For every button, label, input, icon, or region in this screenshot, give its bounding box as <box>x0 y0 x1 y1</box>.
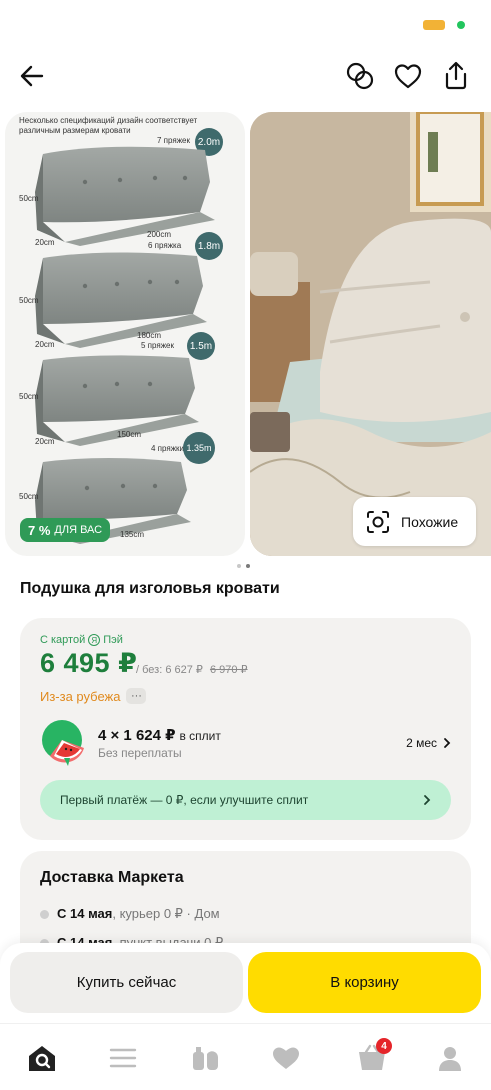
more-icon[interactable]: ··· <box>126 688 147 704</box>
discount-percent: 7 % <box>28 522 51 538</box>
favorite-button[interactable] <box>390 58 426 94</box>
share-button[interactable] <box>438 58 474 94</box>
dimension-height: 50cm <box>19 392 39 401</box>
card-label-suffix: Пэй <box>103 634 123 646</box>
dimension-height: 50cm <box>19 194 39 203</box>
profile-icon <box>439 1047 461 1071</box>
similar-label: Похожие <box>401 513 459 530</box>
pillow-illustration <box>35 146 215 544</box>
grocery-icon <box>193 1047 218 1070</box>
add-to-cart-button[interactable]: В корзину <box>248 952 481 1013</box>
split-suffix: в сплит <box>179 729 221 743</box>
purchase-action-bar: Купить сейчас В корзину <box>0 943 491 1023</box>
cart-count-badge: 4 <box>376 1038 392 1054</box>
abroad-text: Из-за рубежа <box>40 688 121 704</box>
split-months-label: 2 мес <box>406 736 437 750</box>
split-amount: 4 × 1 624 ₽ <box>98 727 176 744</box>
catalog-menu-icon <box>109 1048 137 1068</box>
dimension-length: 180cm <box>137 331 162 340</box>
price-card: С картой Я Пэй 6 495 ₽ / без: 6 627 ₽ 6 … <box>20 618 471 840</box>
arrow-left-icon <box>20 65 44 87</box>
chevron-right-icon <box>444 738 451 748</box>
home-search-icon <box>29 1046 55 1071</box>
interior-photo <box>250 112 491 556</box>
delivery-detail: , курьер 0 ₽ · Дом <box>112 906 220 921</box>
status-bar <box>0 0 491 52</box>
dimension-length: 150cm <box>117 430 142 439</box>
nav-cart[interactable]: 4 <box>352 1038 392 1078</box>
dimension-length: 135cm <box>120 530 145 539</box>
personal-discount-badge: 7 % ДЛЯ ВАС <box>20 518 111 542</box>
compare-button[interactable] <box>342 58 378 94</box>
similar-button[interactable]: Похожие <box>353 497 476 546</box>
product-title: Подушка для изголовья кровати <box>20 580 280 597</box>
split-subtitle: Без переплаты <box>98 746 182 760</box>
nav-catalog[interactable] <box>103 1038 143 1078</box>
dimension-length: 200cm <box>147 230 172 239</box>
card-label-prefix: С картой <box>40 634 86 646</box>
nav-home[interactable] <box>22 1038 62 1078</box>
price-without-label: / без: 6 627 ₽ <box>136 664 203 676</box>
back-button[interactable] <box>14 58 50 94</box>
delivery-option[interactable]: С 14 мая, курьер 0 ₽ · Дом <box>40 906 220 922</box>
old-price: 6 970 ₽ <box>209 664 248 676</box>
first-payment-text: Первый платёж — 0 ₽, если улучшите сплит <box>60 793 309 807</box>
delivery-bullet <box>40 909 49 919</box>
card-pay-label: С картой Я Пэй <box>40 634 123 646</box>
main-price: 6 495 ₽ <box>40 648 138 678</box>
split-payment-row[interactable]: 4 × 1 624 ₽ в сплит Без переплаты 2 мес <box>40 718 451 774</box>
camera-search-icon <box>367 510 389 533</box>
split-amount-line: 4 × 1 624 ₽ в сплит <box>98 726 221 744</box>
split-months-selector[interactable]: 2 мес <box>406 736 451 750</box>
dimension-depth: 20cm <box>35 437 55 446</box>
compare-icon <box>346 62 374 90</box>
nav-favorites[interactable] <box>266 1038 306 1078</box>
dimension-depth: 20cm <box>35 340 55 349</box>
heart-icon <box>394 64 422 89</box>
price-without-card: / без: 6 627 ₽ 6 970 ₽ <box>136 663 248 676</box>
nav-grocery[interactable] <box>185 1038 225 1078</box>
nav-profile[interactable] <box>430 1038 470 1078</box>
pagination-dot-active <box>246 564 250 568</box>
top-toolbar <box>0 52 491 100</box>
product-gallery[interactable]: Несколько спецификаций дизайн соответств… <box>0 112 491 556</box>
gallery-pagination <box>237 564 250 568</box>
dimension-height: 50cm <box>19 492 39 501</box>
dimension-height: 50cm <box>19 296 39 305</box>
delivery-title: Доставка Маркета <box>40 869 184 886</box>
heart-icon <box>273 1047 299 1069</box>
share-icon <box>445 61 467 90</box>
split-logo-icon <box>42 720 84 766</box>
first-payment-banner[interactable]: Первый платёж — 0 ₽, если улучшите сплит <box>40 780 451 820</box>
gallery-slide-interior[interactable] <box>250 112 491 556</box>
delivery-date: С 14 мая <box>57 906 113 921</box>
gallery-slide-sizes[interactable]: Несколько спецификаций дизайн соответств… <box>5 112 245 556</box>
buy-now-button[interactable]: Купить сейчас <box>10 952 243 1013</box>
status-dot <box>457 21 465 29</box>
bottom-navigation: 4 <box>0 1023 491 1090</box>
status-indicator <box>423 20 445 30</box>
abroad-label[interactable]: Из-за рубежа ··· <box>40 688 147 704</box>
dimension-depth: 20cm <box>35 238 55 247</box>
discount-text: ДЛЯ ВАС <box>54 524 103 536</box>
pagination-dot <box>237 564 241 568</box>
yandex-pay-logo: Я <box>88 634 101 646</box>
chevron-right-icon <box>424 795 431 805</box>
